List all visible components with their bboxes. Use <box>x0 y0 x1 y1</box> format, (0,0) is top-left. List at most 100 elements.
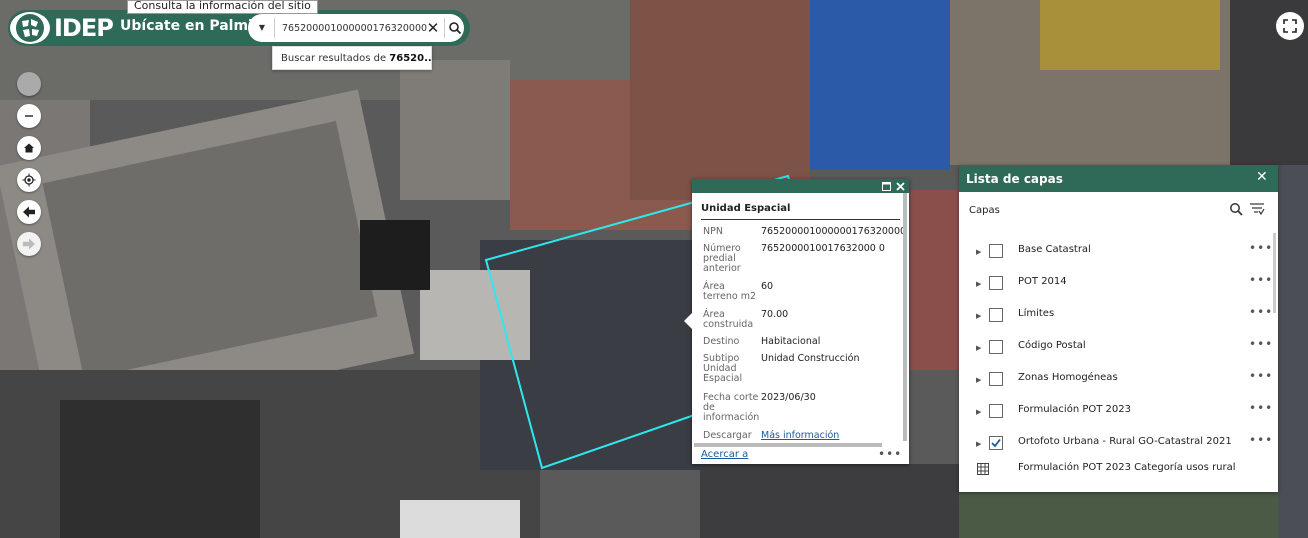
layer-checkbox[interactable] <box>989 244 1003 258</box>
attr-label: Destino <box>703 336 740 347</box>
zoom-in-button[interactable] <box>17 72 41 96</box>
search-icon <box>449 22 462 35</box>
popup-horizontal-scrollbar[interactable] <box>694 443 882 447</box>
layer-item[interactable]: ▶ Base Catastral ••• <box>959 238 1272 270</box>
panel-subtitle: Capas <box>969 205 1000 216</box>
expand-icon[interactable]: ▶ <box>976 440 981 448</box>
attr-label: Subtipo Unidad Espacial <box>703 353 743 384</box>
home-button[interactable] <box>17 136 41 160</box>
close-icon[interactable] <box>896 182 905 191</box>
panel-title: Lista de capas <box>966 172 1063 186</box>
attr-value: 60 <box>761 281 774 292</box>
attr-label: Número predial anterior <box>703 243 741 274</box>
attr-value: 70.00 <box>761 309 789 320</box>
search-tooltip: Consulta la información del sitio <box>127 0 318 14</box>
zoom-to-link[interactable]: Acercar a <box>701 449 748 460</box>
attr-value: 7652000010017632000 0 <box>761 243 885 254</box>
panel-close-button[interactable]: ✕ <box>1256 169 1268 185</box>
fullscreen-icon <box>1283 19 1297 33</box>
expand-icon[interactable]: ▶ <box>976 312 981 320</box>
attr-value: Habitacional <box>761 336 821 347</box>
arrow-right-icon <box>23 238 35 250</box>
more-info-link[interactable]: Más información <box>761 430 839 441</box>
top-bar: IDEP Ubícate en Palmira ▼ ✕ <box>8 10 470 46</box>
maximize-icon[interactable] <box>882 182 891 191</box>
popup-divider <box>701 219 900 220</box>
layer-item[interactable]: ▶ Ortofoto Urbana - Rural GO-Catastral 2… <box>959 430 1272 462</box>
search-divider-2 <box>444 18 445 38</box>
layer-checkbox-checked[interactable] <box>989 436 1003 450</box>
layer-options-button[interactable]: ••• <box>1249 305 1273 319</box>
popup-header <box>692 179 909 193</box>
popup-title: Unidad Espacial <box>701 203 791 214</box>
search-divider <box>274 18 275 38</box>
panel-scrollbar[interactable] <box>1273 233 1276 313</box>
expand-icon[interactable]: ▶ <box>976 280 981 288</box>
search-suggestion[interactable]: Buscar resultados de 76520... <box>272 46 432 70</box>
layer-options-button[interactable]: ••• <box>1249 241 1273 255</box>
next-extent-button[interactable] <box>17 232 41 256</box>
popup-more-actions-button[interactable]: ••• <box>878 447 902 461</box>
attr-label: Descargar <box>703 430 752 441</box>
arrow-left-icon <box>23 206 35 218</box>
popup-vertical-scrollbar[interactable] <box>903 193 907 441</box>
attr-value: Unidad Construcción <box>761 353 860 364</box>
layer-checkbox[interactable] <box>989 340 1003 354</box>
popup-pointer <box>684 313 692 329</box>
layer-item[interactable]: ▶ Límites ••• <box>959 302 1272 334</box>
layer-name: Formulación POT 2023 <box>1018 404 1131 415</box>
expand-icon[interactable]: ▶ <box>976 344 981 352</box>
layer-options-button[interactable]: ••• <box>1249 433 1273 447</box>
layer-list-panel: Lista de capas ✕ Capas ▶ Base Catastral … <box>959 165 1278 492</box>
expand-icon[interactable]: ▶ <box>976 376 981 384</box>
attr-value: 765200001000000176320000000 <box>761 226 905 237</box>
app-title: Ubícate en Palmira <box>120 18 270 34</box>
layer-name: Zonas Homogéneas <box>1018 372 1118 383</box>
filter-list-icon[interactable] <box>1249 202 1265 216</box>
attr-label: Fecha corte de información <box>703 392 760 423</box>
previous-extent-button[interactable] <box>17 200 41 224</box>
globe-icon <box>16 14 44 42</box>
layer-checkbox[interactable] <box>989 308 1003 322</box>
layer-options-button[interactable]: ••• <box>1249 401 1273 415</box>
attr-label: Área terreno m2 <box>703 281 757 302</box>
idep-logo[interactable] <box>10 12 50 44</box>
search-input[interactable] <box>282 18 432 38</box>
expand-icon[interactable]: ▶ <box>976 408 981 416</box>
layer-item[interactable]: ▶ Código Postal ••• <box>959 334 1272 366</box>
fullscreen-button[interactable] <box>1276 12 1304 40</box>
layer-name: Ortofoto Urbana - Rural GO-Catastral 202… <box>1018 436 1232 447</box>
search-bar: ▼ ✕ <box>248 14 464 42</box>
layer-item[interactable]: ▶ Zonas Homogéneas ••• <box>959 366 1272 398</box>
brand-name: IDEP <box>54 14 114 42</box>
checkmark-icon <box>991 438 1001 448</box>
layer-checkbox[interactable] <box>989 372 1003 386</box>
layer-name: Código Postal <box>1018 340 1086 351</box>
layer-options-button[interactable]: ••• <box>1249 273 1273 287</box>
layer-item[interactable]: Formulación POT 2023 Categoría usos rura… <box>959 462 1269 494</box>
locate-button[interactable] <box>17 168 41 192</box>
attr-label: NPN <box>703 226 723 237</box>
layer-checkbox[interactable] <box>989 404 1003 418</box>
zoom-out-button[interactable] <box>17 104 41 128</box>
table-icon <box>977 463 989 475</box>
search-icon[interactable] <box>1229 202 1243 216</box>
layer-options-button[interactable]: ••• <box>1249 369 1273 383</box>
popup-attributes: NPN 765200001000000176320000000 Número p… <box>692 223 905 445</box>
clear-search-button[interactable]: ✕ <box>424 18 442 38</box>
home-icon <box>24 143 34 153</box>
attr-value: 2023/06/30 <box>761 392 816 403</box>
layer-item[interactable]: ▶ Formulación POT 2023 ••• <box>959 398 1272 430</box>
layer-checkbox[interactable] <box>989 276 1003 290</box>
layer-item[interactable]: ▶ POT 2014 ••• <box>959 270 1272 302</box>
layer-options-button[interactable]: ••• <box>1249 337 1273 351</box>
expand-icon[interactable]: ▶ <box>976 248 981 256</box>
search-button[interactable] <box>446 18 464 38</box>
attr-label: Área construida <box>703 309 754 330</box>
locate-icon <box>22 173 36 187</box>
layer-name: Base Catastral <box>1018 244 1091 255</box>
layer-name: Formulación POT 2023 Categoría usos rura… <box>1018 462 1236 473</box>
layer-name: Límites <box>1018 308 1055 319</box>
feature-popup: Unidad Espacial NPN 76520000100000017632… <box>684 179 909 464</box>
search-source-dropdown[interactable]: ▼ <box>252 18 272 38</box>
